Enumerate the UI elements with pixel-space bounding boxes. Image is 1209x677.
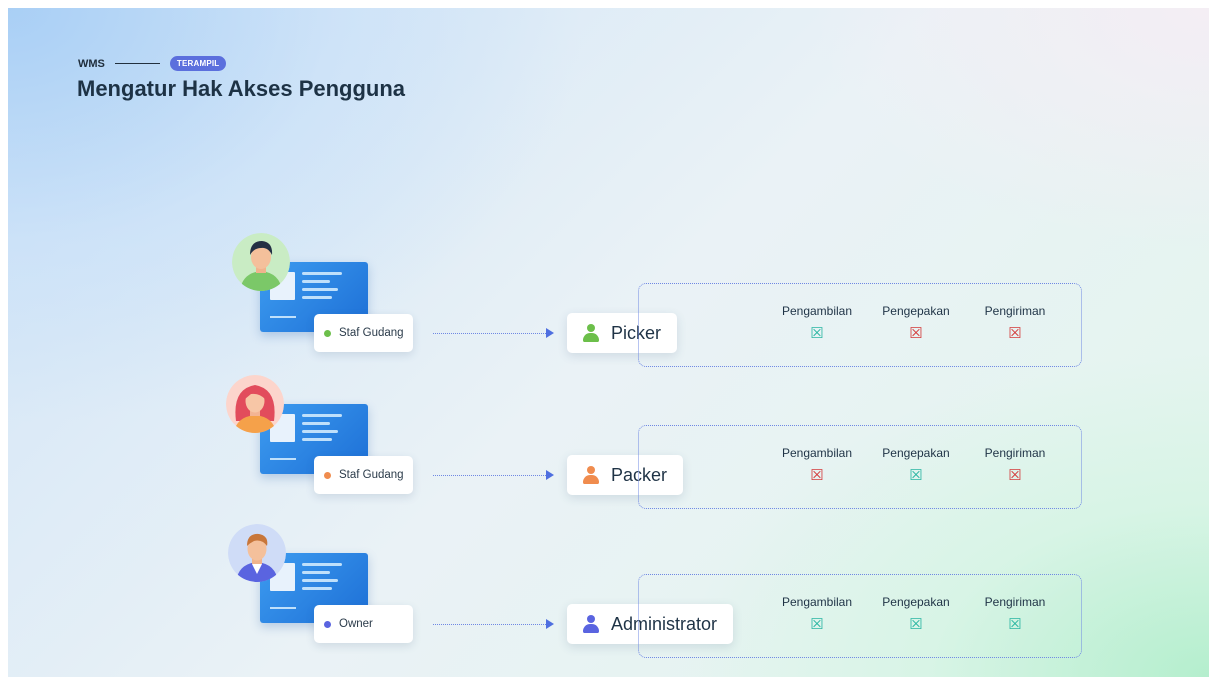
role-row-administrator: Owner Administrator Pengambilan ☒ Pengep… — [8, 521, 1209, 658]
allowed-checkbox-icon: ☒ — [810, 325, 824, 342]
connector-line — [433, 624, 546, 625]
user-icon — [583, 466, 599, 484]
connector-line — [433, 333, 546, 334]
role-row-picker: Staf Gudang Picker Pengambilan ☒ Pengepa… — [8, 230, 1209, 367]
arrow-icon — [546, 619, 554, 629]
permission-box: Pengambilan ☒ Pengepakan ☒ Pengiriman ☒ — [638, 425, 1082, 509]
arrow-icon — [546, 328, 554, 338]
permission-pengepakan: Pengepakan ☒ — [871, 304, 961, 342]
allowed-checkbox-icon: ☒ — [909, 467, 923, 484]
user-badge: Staf Gudang — [314, 456, 413, 494]
permission-pengepakan: Pengepakan ☒ — [871, 446, 961, 484]
permission-pengiriman: Pengiriman ☒ — [970, 304, 1060, 342]
user-badge: Staf Gudang — [314, 314, 413, 352]
male-worker-avatar — [232, 233, 290, 291]
permission-pengambilan: Pengambilan ☒ — [772, 595, 862, 633]
connector-line — [433, 475, 546, 476]
permission-pengepakan: Pengepakan ☒ — [871, 595, 961, 633]
permission-box: Pengambilan ☒ Pengepakan ☒ Pengiriman ☒ — [638, 574, 1082, 658]
user-icon — [583, 615, 599, 633]
allowed-checkbox-icon: ☒ — [909, 616, 923, 633]
denied-checkbox-icon: ☒ — [909, 325, 923, 342]
allowed-checkbox-icon: ☒ — [810, 616, 824, 633]
arrow-icon — [546, 470, 554, 480]
permission-pengambilan: Pengambilan ☒ — [772, 304, 862, 342]
owner-avatar — [228, 524, 286, 582]
status-dot — [324, 620, 331, 628]
diagram-canvas: WMS TERAMPIL Mengatur Hak Akses Pengguna — [8, 8, 1209, 677]
user-badge-label: Owner — [339, 618, 373, 630]
breadcrumb-divider — [114, 63, 160, 64]
user-badge-label: Staf Gudang — [339, 327, 404, 339]
user-badge: Owner — [314, 605, 413, 643]
app-label: WMS — [78, 57, 105, 70]
permission-pengambilan: Pengambilan ☒ — [772, 446, 862, 484]
permission-box: Pengambilan ☒ Pengepakan ☒ Pengiriman ☒ — [638, 283, 1082, 367]
female-worker-avatar — [226, 375, 284, 433]
denied-checkbox-icon: ☒ — [810, 467, 824, 484]
page-title: Mengatur Hak Akses Pengguna — [77, 76, 406, 101]
user-badge-label: Staf Gudang — [339, 469, 404, 481]
denied-checkbox-icon: ☒ — [1008, 467, 1022, 484]
allowed-checkbox-icon: ☒ — [1008, 616, 1022, 633]
user-icon — [583, 324, 599, 342]
denied-checkbox-icon: ☒ — [1008, 325, 1022, 342]
status-dot — [324, 329, 331, 337]
role-row-packer: Staf Gudang Packer Pengambilan ☒ Pengepa… — [8, 372, 1209, 509]
permission-pengiriman: Pengiriman ☒ — [970, 595, 1060, 633]
status-dot — [324, 471, 331, 479]
breadcrumb: WMS TERAMPIL — [78, 56, 227, 71]
level-badge: TERAMPIL — [169, 56, 227, 71]
permission-pengiriman: Pengiriman ☒ — [970, 446, 1060, 484]
